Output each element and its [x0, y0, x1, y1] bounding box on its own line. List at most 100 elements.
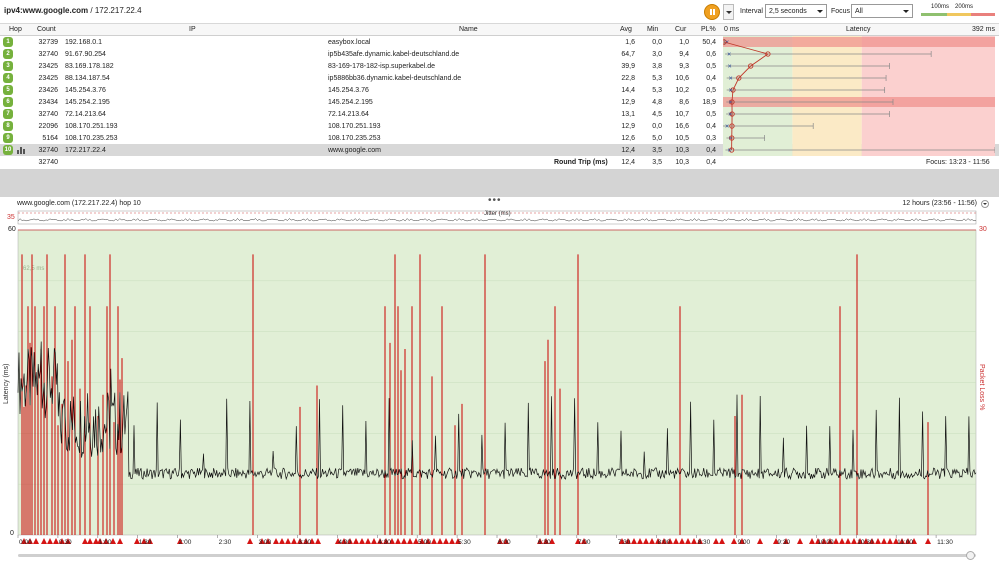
packet-loss-marker [279, 538, 285, 544]
hop-ip: 72.14.213.64 [65, 111, 106, 118]
legend-good-swatch [921, 13, 947, 16]
x-tick-label: 9:00 [738, 539, 751, 546]
x-tick-label: 9:30 [777, 539, 790, 546]
packet-loss-marker [371, 538, 377, 544]
hop-pl: 0,5 [706, 63, 716, 70]
packet-loss-marker [401, 538, 407, 544]
legend-100ms: 100ms [931, 4, 950, 10]
latency-min-mark: × [729, 76, 733, 83]
packet-loss-marker [449, 538, 455, 544]
hop-avg: 12,6 [621, 135, 635, 142]
hop-pl: 0,4 [706, 75, 716, 82]
hop-avg: 12,9 [621, 99, 635, 106]
col-hop[interactable]: Hop [9, 26, 22, 33]
hop-count: 32740 [38, 111, 58, 118]
x-tick-label: 3:30 [298, 539, 311, 546]
graph-header: www.google.com (172.217.22.4) hop 10 12 … [0, 199, 999, 209]
pause-menu-dropdown[interactable] [723, 4, 734, 20]
packet-loss-marker [839, 538, 845, 544]
focus-select[interactable]: All [851, 4, 913, 18]
col-cur[interactable]: Cur [675, 26, 686, 33]
hop-badge: 5 [3, 85, 13, 95]
col-ip[interactable]: IP [189, 26, 196, 33]
toolbar: ipv4:www.google.com / 172.217.22.4 Inter… [0, 0, 999, 24]
right-axis-max: 30 [979, 226, 987, 233]
latency-min-mark: × [729, 88, 733, 95]
packet-loss-marker [437, 538, 443, 544]
x-tick-label: 10:00 [817, 539, 834, 546]
hop-pl: 0,4 [706, 147, 716, 154]
col-pl[interactable]: PL% [701, 26, 716, 33]
hop-pl: 50,4 [702, 39, 716, 46]
hop-avg: 22,8 [621, 75, 635, 82]
hop-min: 3,0 [652, 51, 662, 58]
packet-loss-marker [875, 538, 881, 544]
packet-loss-marker [33, 538, 39, 544]
left-axis-zero: 0 [10, 530, 14, 537]
hop-name: ip5886bb36.dynamic.kabel-deutschland.de [328, 75, 462, 82]
chevron-down-icon [903, 10, 909, 13]
hop-min: 5,3 [652, 87, 662, 94]
packet-loss-marker [673, 538, 679, 544]
hop-pl: 0,6 [706, 51, 716, 58]
packet-loss-marker [365, 538, 371, 544]
hop-badge: 7 [3, 109, 13, 119]
col-count[interactable]: Count [37, 26, 56, 33]
hop-avg: 64,7 [621, 51, 635, 58]
hop-min: 5,0 [652, 135, 662, 142]
x-tick-label: 11:30 [937, 539, 953, 546]
summary-cur: 10,3 [675, 159, 689, 166]
pause-icon[interactable] [704, 4, 720, 20]
timeline-scrollbar[interactable] [18, 554, 976, 557]
packet-loss-marker [82, 538, 88, 544]
col-name[interactable]: Name [459, 26, 478, 33]
latency-threshold-legend[interactable]: 100ms 200ms [921, 4, 995, 16]
col-avg[interactable]: Avg [620, 26, 632, 33]
x-tick-label: 10:30 [857, 539, 874, 546]
hop-badge: 6 [3, 97, 13, 107]
hop-name: 145.254.3.76 [328, 87, 369, 94]
hop-count: 22096 [38, 123, 58, 130]
hop-ip: 145.254.2.195 [65, 99, 110, 106]
packet-loss-marker [679, 538, 685, 544]
hop-min: 3,5 [652, 147, 662, 154]
col-latency[interactable]: Latency [846, 26, 871, 33]
packet-loss-marker [845, 538, 851, 544]
hop-count: 23425 [38, 63, 58, 70]
focus-label: Focus [831, 8, 851, 15]
packet-loss-marker [395, 538, 401, 544]
hop-ip: 145.254.3.76 [65, 87, 106, 94]
summary-pl: 0,4 [706, 159, 716, 166]
hop-cur: 16,6 [675, 123, 689, 130]
latency-min-mark: × [727, 52, 731, 59]
packet-loss-marker [47, 538, 53, 544]
pingplotter-window: ipv4:www.google.com / 172.217.22.4 Inter… [0, 0, 999, 562]
x-tick-label: 1:30 [139, 539, 152, 546]
hop-cur: 10,6 [675, 75, 689, 82]
hop-name: 108.170.251.193 [328, 123, 381, 130]
packet-loss-marker [41, 538, 47, 544]
focus-value: All [855, 8, 863, 15]
range-dropdown-icon[interactable] [981, 200, 989, 208]
packet-loss-marker [359, 538, 365, 544]
hop-pl: 0,5 [706, 111, 716, 118]
hop-min: 3,8 [652, 63, 662, 70]
packet-loss-marker [887, 538, 893, 544]
x-tick-label: 5:00 [418, 539, 431, 546]
latency-min-mark: × [725, 124, 729, 131]
hop-min: 0,0 [652, 123, 662, 130]
latency-min-mark: × [728, 64, 732, 71]
packet-loss-marker [757, 538, 763, 544]
interval-select[interactable]: 2,5 seconds [765, 4, 827, 18]
hop-avg: 12,9 [621, 123, 635, 130]
col-min[interactable]: Min [647, 26, 658, 33]
hop-avg: 13,1 [621, 111, 635, 118]
target-host: ipv4:www.google.com [4, 6, 89, 15]
packet-loss-marker [881, 538, 887, 544]
hop-latency-graph: ×××××××××× [723, 36, 995, 156]
timeline-scroll-thumb[interactable] [966, 551, 975, 560]
hop-ip: 91.67.90.254 [65, 51, 106, 58]
hop-badge: 2 [3, 49, 13, 59]
hop-pl: 18,9 [702, 99, 716, 106]
timeline-graph[interactable]: Jitter (ms) 35 62,5 ms 60 0 30 Latency (ms) Pac… [0, 209, 999, 562]
